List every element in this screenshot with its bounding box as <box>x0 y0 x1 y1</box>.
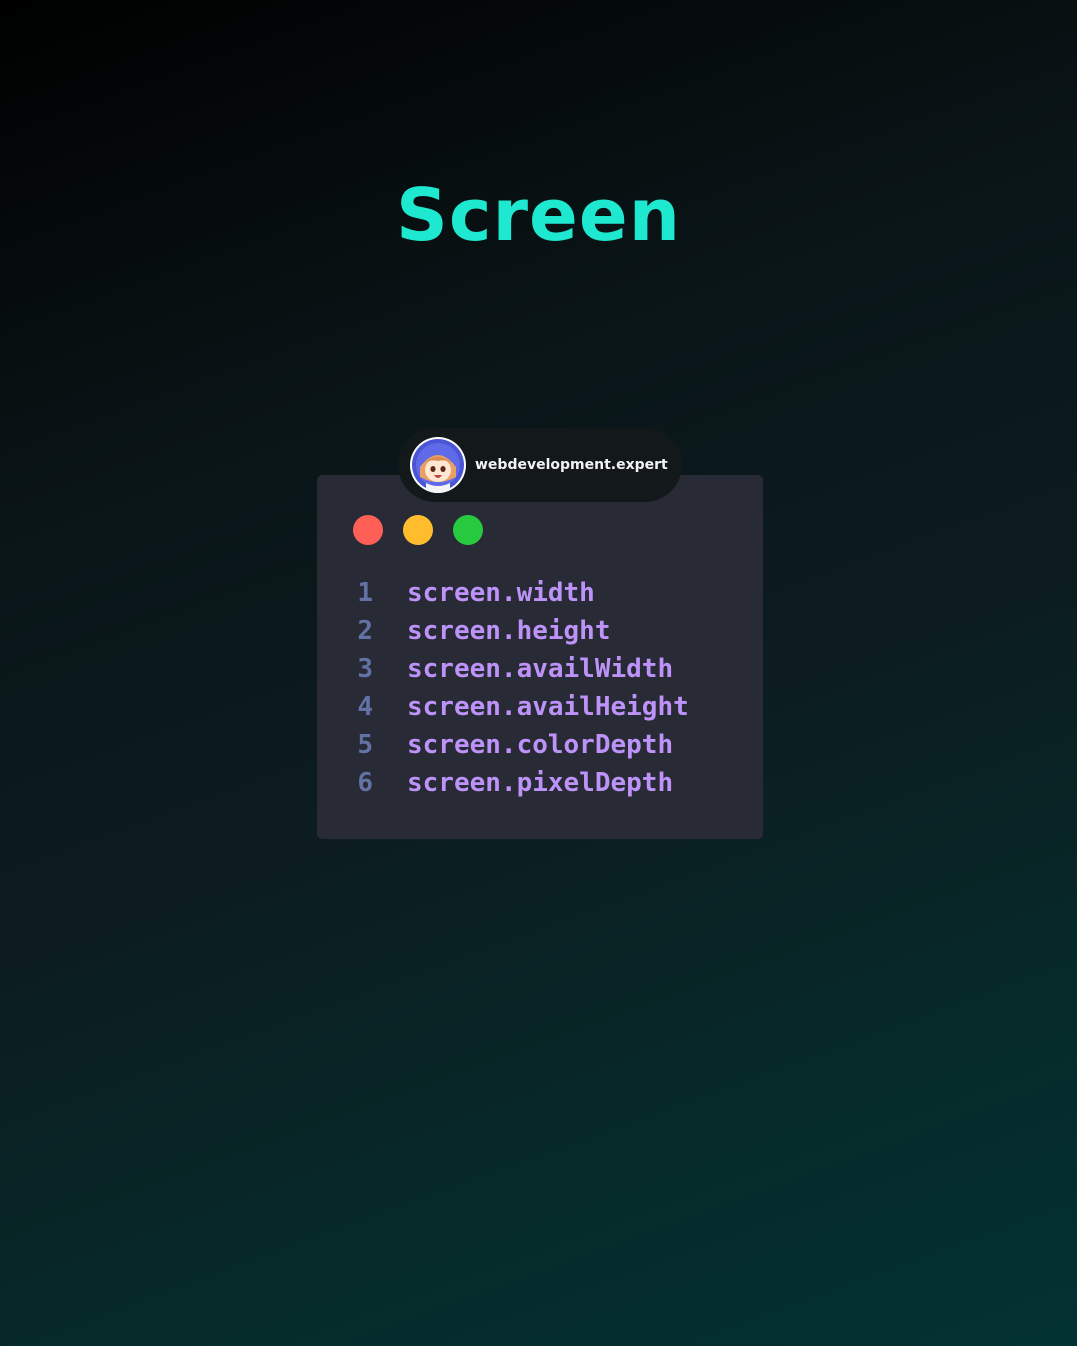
code-line: 1 screen.width <box>317 574 763 612</box>
code-text: screen.colorDepth <box>407 730 674 760</box>
line-number: 3 <box>357 654 373 684</box>
line-number: 2 <box>357 616 373 646</box>
code-line: 4 screen.availHeight <box>317 688 763 726</box>
maximize-dot-icon <box>453 515 483 545</box>
author-badge[interactable]: webdevelopment.expert <box>398 428 682 502</box>
author-handle[interactable]: webdevelopment.expert <box>475 455 668 475</box>
code-block: 1 screen.width 2 screen.height 3 screen.ava… <box>317 574 763 802</box>
line-number: 1 <box>357 578 373 608</box>
code-line: 2 screen.height <box>317 612 763 650</box>
line-number: 4 <box>357 692 373 722</box>
code-text: screen.availWidth <box>407 654 674 684</box>
page-title: Screen <box>396 173 681 257</box>
code-text: screen.width <box>407 578 595 608</box>
code-text: screen.height <box>407 616 611 646</box>
code-line: 3 screen.availWidth <box>317 650 763 688</box>
code-text: screen.pixelDepth <box>407 768 674 798</box>
anime-avatar-icon <box>412 439 464 493</box>
code-line: 5 screen.colorDepth <box>317 726 763 764</box>
code-text: screen.availHeight <box>407 692 689 722</box>
minimize-dot-icon <box>403 515 433 545</box>
line-number: 5 <box>357 730 373 760</box>
avatar[interactable] <box>410 437 466 493</box>
close-dot-icon <box>353 515 383 545</box>
code-line: 6 screen.pixelDepth <box>317 764 763 802</box>
line-number: 6 <box>357 768 373 798</box>
code-window: 1 screen.width 2 screen.height 3 screen.ava… <box>317 475 763 839</box>
